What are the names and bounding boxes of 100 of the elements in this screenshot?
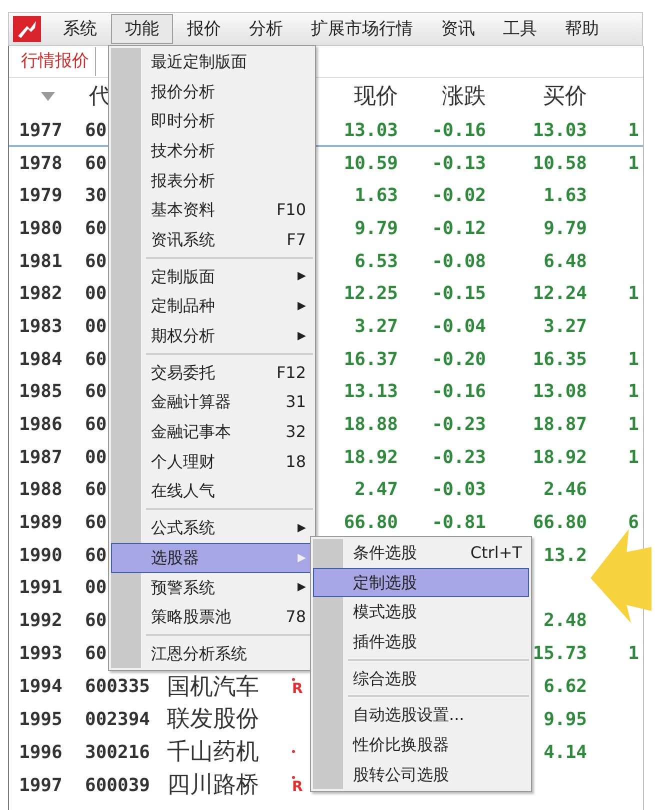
table-cell: 00 bbox=[85, 446, 107, 468]
menu-item[interactable]: 交易委托 F12 bbox=[111, 358, 313, 388]
menu-item[interactable]: 江恩分析系统 bbox=[111, 639, 313, 669]
table-cell: 3.27 bbox=[354, 316, 398, 337]
menu-item[interactable]: 资讯 bbox=[427, 14, 489, 44]
menu-item[interactable]: 技术分析 bbox=[111, 136, 313, 166]
table-cell: 60 bbox=[85, 512, 107, 534]
table-cell: 1 bbox=[628, 446, 639, 468]
menu-item[interactable]: 金融记事本 32 bbox=[111, 417, 313, 447]
menu-item[interactable]: 预警系统 ▶ bbox=[111, 572, 313, 602]
table-cell: 1980 bbox=[19, 218, 62, 239]
menu-item[interactable]: 基本资料 F10 bbox=[111, 195, 313, 226]
table-cell: -0.04 bbox=[432, 316, 486, 337]
table-cell: 1993 bbox=[19, 642, 62, 664]
menu-item[interactable]: 期权分析 ▶ bbox=[111, 321, 313, 351]
menu-item[interactable]: 选股器 ▶ bbox=[111, 543, 313, 573]
table-cell: 2.48 bbox=[544, 610, 587, 632]
table-cell: 10.59 bbox=[344, 152, 398, 174]
table-cell: 13.2 bbox=[544, 544, 587, 566]
menu-item[interactable]: 金融计算器 31 bbox=[111, 388, 313, 418]
table-cell: 00 bbox=[85, 577, 107, 598]
table-cell: 30 bbox=[85, 185, 107, 206]
table-cell: 1987 bbox=[19, 446, 62, 468]
table-cell: 13.03 bbox=[344, 120, 398, 141]
menu-item[interactable]: 分析 bbox=[235, 14, 297, 44]
menu-item[interactable]: 插件选股 bbox=[313, 627, 529, 657]
table-cell: 12.24 bbox=[532, 283, 587, 304]
menu-item[interactable]: 策略股票池 78 bbox=[111, 602, 313, 632]
menu-item[interactable]: 综合选股 bbox=[313, 664, 529, 694]
table-cell: 600039 bbox=[85, 774, 150, 796]
menu-item[interactable]: 定制选股 bbox=[313, 568, 529, 598]
table-cell: 002394 bbox=[85, 709, 150, 730]
table-cell: 1992 bbox=[19, 610, 62, 632]
menu-item[interactable]: 公式系统 ▶ bbox=[111, 513, 313, 543]
menu-item[interactable]: 在线人气 bbox=[111, 476, 313, 506]
table-cell: -0.20 bbox=[432, 348, 486, 370]
menu-item[interactable]: 模式选股 bbox=[313, 597, 529, 628]
table-cell: 4.14 bbox=[544, 742, 587, 763]
column-header[interactable]: 涨跌 bbox=[398, 80, 486, 112]
table-cell: 18.88 bbox=[344, 414, 398, 436]
menu-item[interactable]: 报价分析 bbox=[111, 76, 313, 106]
table-cell: -0.08 bbox=[432, 250, 486, 272]
column-header[interactable]: 现价 bbox=[325, 80, 398, 112]
menu-item[interactable]: 个人理财 18 bbox=[111, 446, 313, 477]
menu-item[interactable]: 最近定制版面 bbox=[111, 47, 313, 77]
table-cell: 1 bbox=[628, 414, 639, 436]
table-cell: 6 bbox=[628, 512, 639, 534]
menu-item[interactable]: 资讯系统 F7 bbox=[111, 225, 313, 255]
menu-item[interactable]: 帮助 bbox=[551, 14, 613, 44]
table-cell: 1 bbox=[628, 152, 639, 174]
menu-item[interactable]: 报表分析 bbox=[111, 166, 313, 196]
table-cell: 千山药机 bbox=[167, 739, 259, 766]
menu-item[interactable]: 自动选股设置... bbox=[313, 700, 529, 730]
table-cell: 1 bbox=[628, 120, 639, 141]
menu-item[interactable]: 扩展市场行情 bbox=[297, 14, 427, 44]
table-cell: 1.63 bbox=[544, 185, 587, 206]
column-header[interactable]: 买价 bbox=[486, 80, 587, 112]
table-cell: 6.53 bbox=[354, 250, 398, 272]
table-cell: 18.92 bbox=[344, 446, 398, 468]
table-cell: 1983 bbox=[19, 316, 62, 337]
table-cell: 1 bbox=[628, 642, 639, 664]
menu-item[interactable]: 报价 bbox=[173, 14, 235, 44]
table-cell: 1995 bbox=[19, 709, 62, 730]
menu-item[interactable]: 性价比换股器 bbox=[313, 730, 529, 760]
table-cell: 60 bbox=[85, 479, 107, 500]
menu-item[interactable]: 定制品种 ▶ bbox=[111, 292, 313, 322]
table-cell: -0.03 bbox=[432, 479, 486, 500]
table-cell: 1994 bbox=[19, 676, 62, 698]
table-cell: 13.13 bbox=[344, 381, 398, 402]
table-cell: 1988 bbox=[19, 479, 62, 500]
table-cell: 1 bbox=[628, 283, 639, 304]
table-cell: 2.46 bbox=[544, 479, 587, 500]
table-cell: 16.37 bbox=[344, 348, 398, 370]
sort-icon[interactable] bbox=[41, 92, 55, 102]
table-cell: 3.27 bbox=[544, 316, 587, 337]
table-cell: 300216 bbox=[85, 742, 150, 763]
menu-item[interactable]: 即时分析 bbox=[111, 106, 313, 136]
table-cell: 1985 bbox=[19, 381, 62, 402]
table-cell: -0.15 bbox=[432, 283, 486, 304]
table-cell: 60 bbox=[85, 218, 107, 239]
table-cell: 1996 bbox=[19, 742, 62, 763]
table-cell: 1989 bbox=[19, 512, 62, 534]
menu-item[interactable]: 条件选股 Ctrl+T bbox=[313, 538, 529, 568]
menu-item[interactable]: 系统 bbox=[49, 14, 111, 44]
table-cell: 1997 bbox=[19, 774, 62, 796]
table-cell: 2.47 bbox=[354, 479, 398, 500]
table-cell: -0.16 bbox=[432, 381, 486, 402]
table-cell: 四川路桥 bbox=[167, 772, 259, 798]
menu-item[interactable]: 工具 bbox=[489, 14, 551, 44]
flag-label: R bbox=[292, 780, 303, 794]
table-cell: 60 bbox=[85, 642, 107, 664]
table-cell: 9.95 bbox=[544, 709, 587, 730]
table-cell: 9.79 bbox=[354, 218, 398, 239]
menu-item[interactable]: 定制版面 ▶ bbox=[111, 262, 313, 292]
menu-item[interactable]: 功能 bbox=[111, 14, 173, 44]
menu-item[interactable]: 股转公司选股 bbox=[313, 760, 529, 790]
table-cell: 1990 bbox=[19, 544, 62, 566]
table-cell: 60 bbox=[85, 544, 107, 566]
table-cell: 60 bbox=[85, 250, 107, 272]
table-cell: 1991 bbox=[19, 577, 62, 598]
